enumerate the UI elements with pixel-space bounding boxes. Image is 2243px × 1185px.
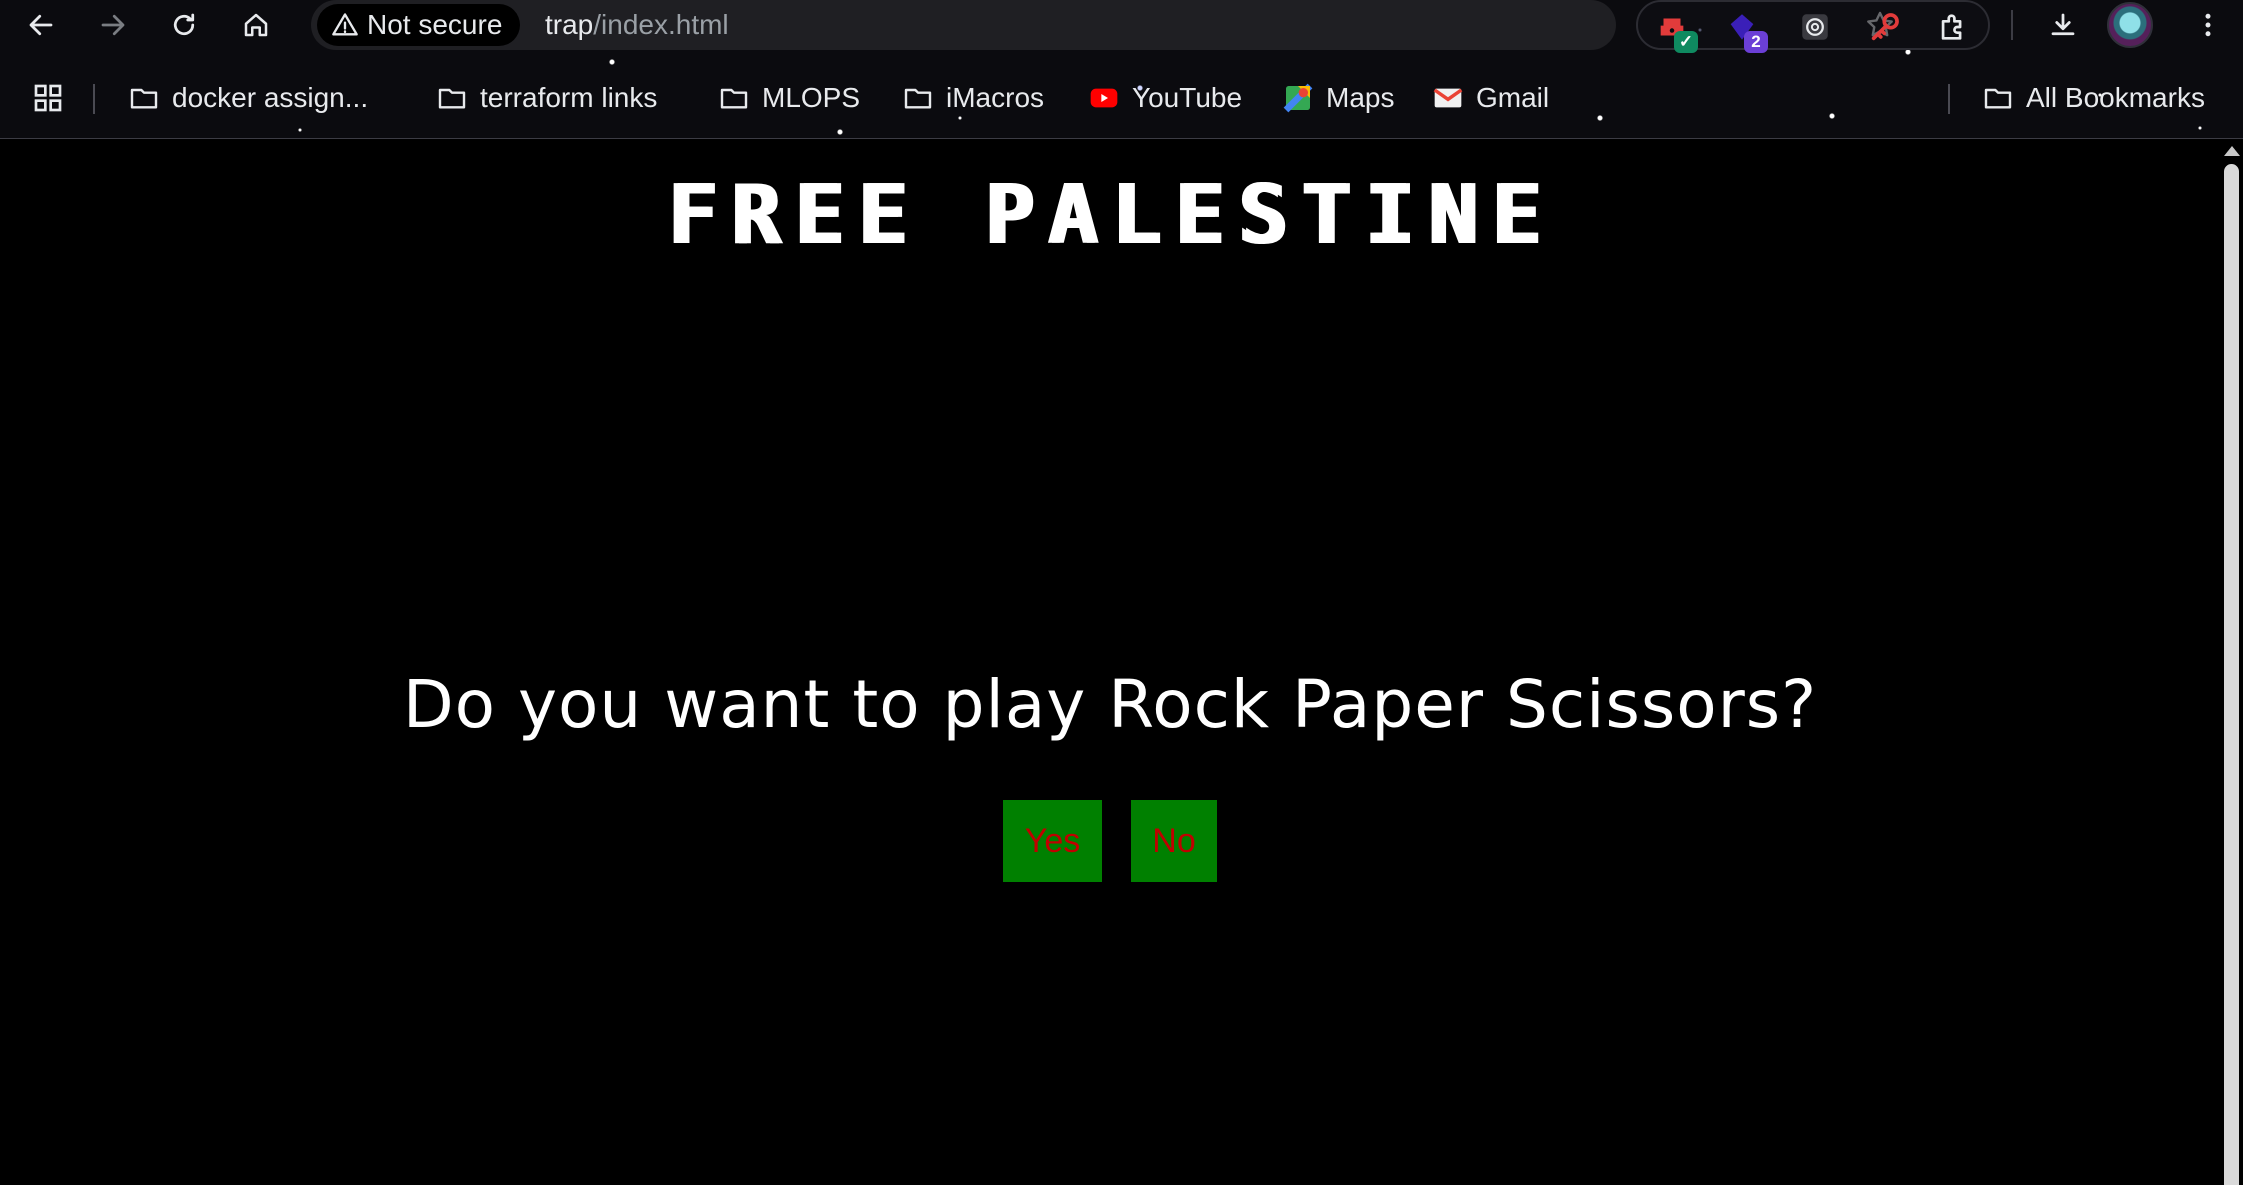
address-bar[interactable]: Not secure trap/index.html — [311, 0, 1893, 50]
bookmark-gmail[interactable]: Gmail — [1432, 74, 1549, 122]
no-button[interactable]: No — [1131, 800, 1217, 882]
bookmark-label: terraform links — [480, 82, 658, 113]
browser-chrome: Not secure trap/index.html ✓ 2 docker as… — [0, 0, 2243, 139]
reload-icon — [173, 13, 195, 36]
password-manager-extension[interactable]: ✓ — [1654, 9, 1698, 53]
download-icon — [2051, 13, 2075, 36]
chatgpt-icon — [1802, 14, 1828, 40]
forward-button[interactable] — [91, 3, 135, 47]
url-text[interactable]: trap/index.html — [545, 9, 729, 41]
apps-grid-icon — [34, 84, 62, 112]
toolbar-divider — [2011, 10, 2013, 40]
maps-icon — [1283, 83, 1313, 113]
folder-icon — [438, 88, 466, 109]
all-bookmarks-label: All Bookmarks — [2026, 82, 2205, 113]
bookmarks-divider — [1948, 84, 1950, 114]
warning-icon — [332, 13, 358, 36]
folder-icon — [130, 88, 158, 109]
yes-button[interactable]: Yes — [1003, 800, 1102, 882]
browser-menu-button[interactable] — [2186, 3, 2230, 47]
security-indicator[interactable]: Not secure — [317, 4, 521, 46]
bookmark-imacros[interactable]: iMacros — [902, 74, 1044, 122]
extensions-menu-button[interactable] — [1935, 9, 1971, 45]
youtube-icon — [1090, 88, 1118, 108]
folder-icon — [1984, 88, 2012, 109]
back-button[interactable] — [19, 3, 63, 47]
bookmark-label: YouTube — [1132, 82, 1243, 113]
bookmark-label: Maps — [1326, 82, 1395, 113]
page-viewport: FREE PALESTINE Do you want to play Rock … — [0, 140, 2220, 1185]
bookmark-label: docker assign... — [172, 82, 369, 113]
folder-icon — [720, 88, 748, 109]
bookmark-terraform-links[interactable]: terraform links — [436, 74, 657, 122]
game-question: Do you want to play Rock Paper Scissors? — [402, 666, 1818, 743]
bookmark-label: iMacros — [946, 82, 1045, 113]
arrow-left-icon — [29, 14, 53, 36]
apps-button[interactable] — [32, 74, 64, 122]
folder-icon — [904, 88, 932, 109]
bookmark-youtube[interactable]: YouTube — [1088, 74, 1242, 122]
url-host: trap — [545, 9, 594, 40]
gmail-icon — [1433, 88, 1463, 108]
security-label: Not secure — [367, 9, 503, 40]
more-vertical-icon — [2205, 13, 2211, 37]
reload-button[interactable] — [162, 3, 206, 47]
all-bookmarks-button[interactable]: All Bookmarks — [1982, 74, 2205, 122]
bookmarks-bar: docker assign... terraform links MLOPS i… — [0, 74, 2243, 122]
page-scrollbar[interactable] — [2220, 140, 2243, 1185]
scroll-up-arrow-icon[interactable] — [2224, 146, 2240, 156]
profile-avatar[interactable] — [2107, 2, 2153, 48]
arrow-right-icon — [101, 14, 125, 36]
browser-toolbar: Not secure trap/index.html ✓ 2 — [0, 0, 2243, 53]
bookmark-docker-assign[interactable]: docker assign... — [128, 74, 368, 122]
bookmark-label: Gmail — [1476, 82, 1550, 113]
bookmark-maps[interactable]: Maps — [1282, 74, 1394, 122]
bookmark-mlops[interactable]: MLOPS — [718, 74, 860, 122]
url-path: /index.html — [593, 9, 729, 40]
chatgpt-extension[interactable] — [1797, 9, 1833, 45]
answer-buttons: Yes No — [1003, 800, 1217, 882]
bookmarks-divider — [93, 84, 95, 114]
key-icon — [1871, 13, 1899, 41]
downloads-button[interactable] — [2041, 3, 2085, 47]
home-button[interactable] — [234, 3, 278, 47]
check-icon: ✓ — [1674, 31, 1698, 53]
bookmark-label: MLOPS — [762, 82, 861, 113]
extension-badge-count: 2 — [1744, 31, 1768, 53]
puzzle-icon — [1941, 14, 1962, 40]
scrollbar-thumb[interactable] — [2224, 164, 2239, 1185]
key-extension[interactable] — [1867, 9, 1903, 45]
home-icon — [244, 13, 268, 37]
page-title: FREE PALESTINE — [666, 168, 1554, 263]
extensions-group: ✓ 2 — [1636, 0, 1990, 53]
purple-extension[interactable]: 2 — [1724, 9, 1768, 53]
